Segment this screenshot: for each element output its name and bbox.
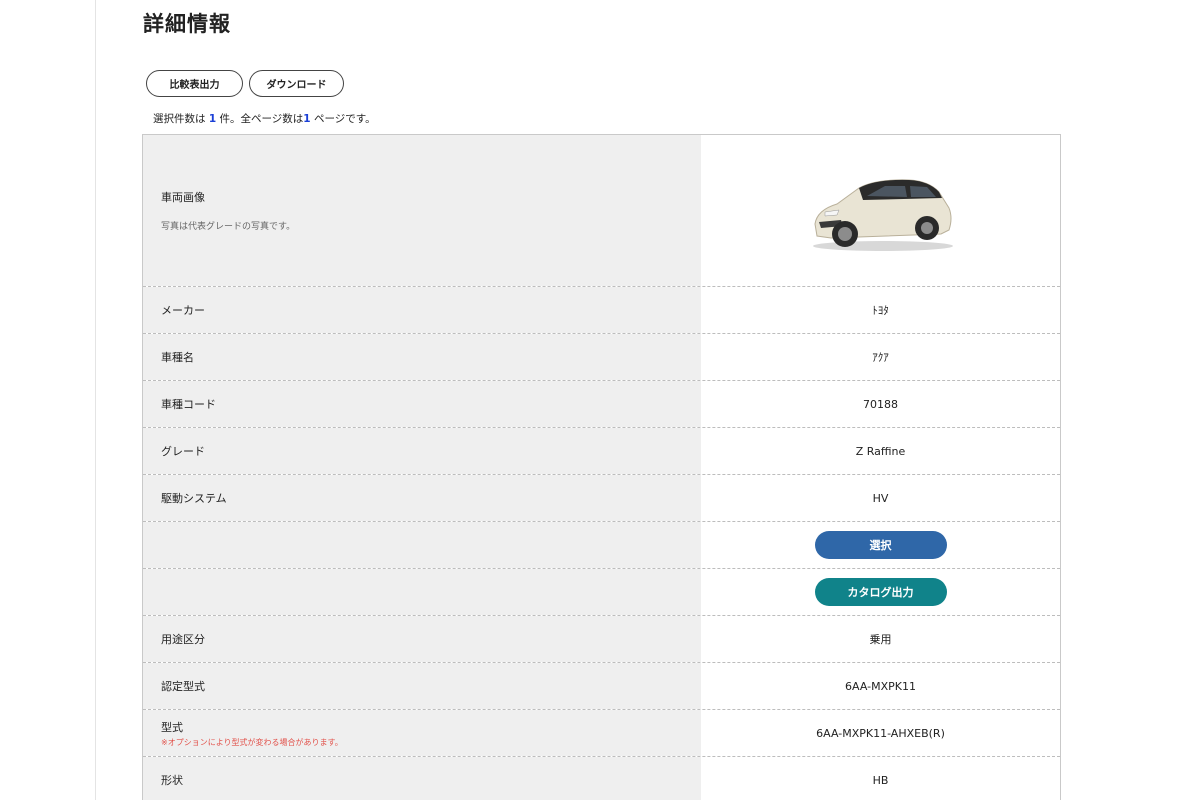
model-label: 車種名 bbox=[143, 334, 701, 380]
maker-value: ﾄﾖﾀ bbox=[701, 287, 1060, 333]
row-usage: 用途区分 乗用 bbox=[143, 616, 1060, 663]
row-cert-type: 認定型式 6AA-MXPK11 bbox=[143, 663, 1060, 710]
row-vehicle-image: 車両画像 写真は代表グレードの写真です。 bbox=[143, 135, 1060, 287]
vehicle-image-label: 車両画像 bbox=[161, 191, 205, 204]
page-count: 1 bbox=[303, 113, 311, 125]
shape-label: 形状 bbox=[143, 757, 701, 800]
model-code-label: 車種コード bbox=[143, 381, 701, 427]
row-label: 型式 ※オプションにより型式が変わる場合があります。 bbox=[143, 710, 701, 756]
type-value: 6AA-MXPK11-AHXEB(R) bbox=[701, 710, 1060, 756]
maker-label: メーカー bbox=[143, 287, 701, 333]
row-value: 選択 bbox=[701, 522, 1060, 568]
grade-label: グレード bbox=[143, 428, 701, 474]
photo-note: 写真は代表グレードの写真です。 bbox=[161, 222, 296, 232]
row-grade: グレード Z Raffine bbox=[143, 428, 1060, 475]
cert-type-value: 6AA-MXPK11 bbox=[701, 663, 1060, 709]
vehicle-photo bbox=[812, 178, 953, 251]
row-label-empty bbox=[143, 522, 701, 568]
selection-count: 選択件数は 1 件。全ページ数は1 ページです。 bbox=[153, 111, 376, 126]
row-catalog: カタログ出力 bbox=[143, 569, 1060, 616]
count-suffix: ページです。 bbox=[310, 113, 376, 125]
row-value bbox=[701, 135, 1060, 286]
count-prefix: 選択件数は bbox=[153, 113, 209, 125]
select-button[interactable]: 選択 bbox=[814, 531, 947, 559]
type-label: 型式 bbox=[161, 720, 183, 734]
drive-system-label: 駆動システム bbox=[143, 475, 701, 521]
row-shape: 形状 HB bbox=[143, 757, 1060, 800]
row-select: 選択 bbox=[143, 522, 1060, 569]
usage-value: 乗用 bbox=[701, 616, 1060, 662]
row-label: 車両画像 写真は代表グレードの写真です。 bbox=[143, 135, 701, 286]
row-maker: メーカー ﾄﾖﾀ bbox=[143, 287, 1060, 334]
row-type: 型式 ※オプションにより型式が変わる場合があります。 6AA-MXPK11-AH… bbox=[143, 710, 1060, 757]
download-button[interactable]: ダウンロード bbox=[249, 70, 344, 97]
grade-value: Z Raffine bbox=[701, 428, 1060, 474]
detail-table: 車両画像 写真は代表グレードの写真です。 メーカー ﾄﾖﾀ 車種名 ｱｸｱ 車種… bbox=[142, 134, 1061, 800]
type-warning-note: ※オプションにより型式が変わる場合があります。 bbox=[161, 737, 343, 747]
row-drive-system: 駆動システム HV bbox=[143, 475, 1060, 522]
row-model-code: 車種コード 70188 bbox=[143, 381, 1060, 428]
row-label-empty bbox=[143, 569, 701, 615]
count-middle: 件。全ページ数は bbox=[216, 113, 304, 125]
page-title: 詳細情報 bbox=[143, 12, 231, 36]
row-model: 車種名 ｱｸｱ bbox=[143, 334, 1060, 381]
usage-label: 用途区分 bbox=[143, 616, 701, 662]
model-code-value: 70188 bbox=[701, 381, 1060, 427]
drive-system-value: HV bbox=[701, 475, 1060, 521]
compare-export-button[interactable]: 比較表出力 bbox=[146, 70, 243, 97]
model-value: ｱｸｱ bbox=[701, 334, 1060, 380]
sidebar-divider bbox=[95, 0, 96, 800]
cert-type-label: 認定型式 bbox=[143, 663, 701, 709]
catalog-export-button[interactable]: カタログ出力 bbox=[814, 578, 947, 606]
row-value: カタログ出力 bbox=[701, 569, 1060, 615]
shape-value: HB bbox=[701, 757, 1060, 800]
